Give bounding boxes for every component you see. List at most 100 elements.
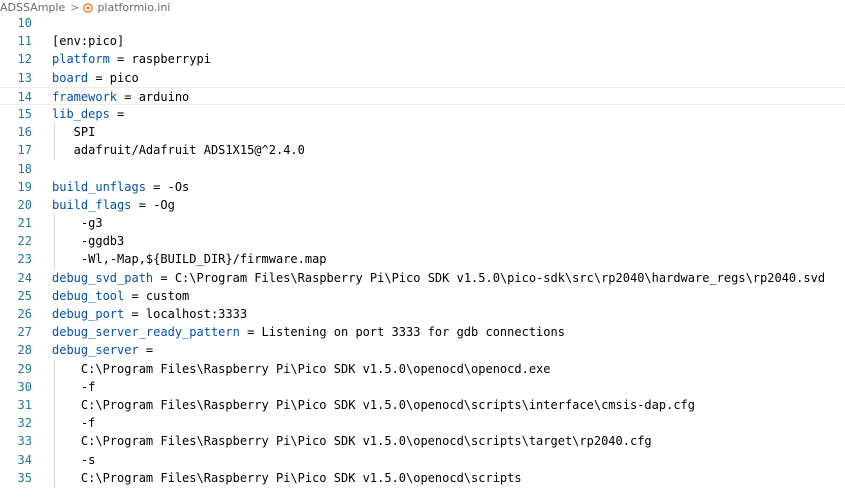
line-number: 33 (17, 434, 32, 449)
line-content: build_flags = -Og (52, 196, 175, 214)
breadcrumb-folder[interactable]: ADSSAmple (0, 1, 65, 14)
line-content: C:\Program Files\Raspberry Pi\Pico SDK v… (52, 432, 652, 450)
line-number: 22 (17, 234, 32, 249)
line-number: 26 (17, 307, 32, 321)
line-number: 25 (17, 288, 32, 303)
line-content: platform = raspberrypi (52, 50, 211, 68)
line-number: 19 (17, 179, 32, 194)
breadcrumb-file[interactable]: platformio.ini (83, 1, 170, 14)
ini-value: [env:pico] (52, 34, 125, 49)
ini-value: = raspberrypi (109, 52, 211, 67)
ini-key: build_flags (52, 197, 132, 212)
ini-key: build_unflags (52, 179, 146, 194)
ini-value: = Listening on port 3333 for gdb connect… (239, 325, 565, 340)
ini-value: -f (52, 416, 96, 431)
line-content: build_unflags = -Os (52, 178, 189, 196)
ini-value: adafruit/Adafruit ADS1X15@^2.4.0 (52, 143, 305, 158)
breadcrumb-file-label: platformio.ini (97, 0, 171, 14)
line-content: adafruit/Adafruit ADS1X15@^2.4.0 (52, 141, 305, 159)
line-number: 24 (17, 270, 32, 285)
line-number: 35 (17, 470, 32, 485)
code-line[interactable]: 35 C:\Program Files\Raspberry Pi\Pico SD… (0, 468, 845, 487)
line-content: debug_server_ready_pattern = Listening o… (52, 323, 565, 341)
code-line[interactable]: 31 C:\Program Files\Raspberry Pi\Pico SD… (0, 395, 845, 415)
code-line[interactable]: 22 -ggdb3 (0, 232, 845, 251)
code-line[interactable]: 13 board = pico (0, 69, 845, 87)
ini-value: C:\Program Files\Raspberry Pi\Pico SDK v… (52, 361, 551, 376)
line-content: board = pico (52, 69, 139, 87)
code-line[interactable]: 25 debug_tool = custom (0, 287, 845, 305)
code-line[interactable]: 23 -Wl,-Map,${BUILD_DIR}/firmware.map (0, 250, 845, 269)
ini-value: = C:\Program Files\Raspberry Pi\Pico SDK… (153, 270, 826, 285)
code-line[interactable]: 17 adafruit/Adafruit ADS1X15@^2.4.0 (0, 141, 845, 160)
code-line[interactable]: 11 [env:pico] (0, 32, 845, 50)
code-line[interactable]: 21 -g3 (0, 214, 845, 233)
line-content: -ggdb3 (52, 232, 124, 250)
code-editor[interactable]: ADSSAmple > platformio.ini 10 11 [env:pico… (0, 0, 845, 497)
line-number: 31 (17, 397, 32, 412)
line-content: framework = arduino (52, 88, 189, 106)
ini-key: platform (52, 52, 110, 67)
line-content: C:\Program Files\Raspberry Pi\Pico SDK v… (52, 396, 695, 414)
ini-value: = -Os (145, 179, 190, 194)
line-number: 17 (17, 143, 32, 158)
code-line[interactable]: 33 C:\Program Files\Raspberry Pi\Pico SD… (0, 432, 845, 451)
line-number: 29 (17, 361, 32, 376)
line-number: 12 (17, 52, 32, 67)
ini-key: debug_server_ready_pattern (52, 325, 240, 340)
platformio-ini-icon (83, 2, 94, 13)
code-line[interactable]: 27 debug_server_ready_pattern = Listening… (0, 323, 845, 341)
line-content: -s (52, 451, 95, 469)
line-content: C:\Program Files\Raspberry Pi\Pico SDK v… (52, 469, 522, 487)
line-content: C:\Program Files\Raspberry Pi\Pico SDK v… (52, 360, 551, 378)
line-number: 21 (17, 216, 32, 231)
code-line[interactable]: 28 debug_server = (0, 341, 845, 359)
code-line[interactable]: 24 debug_svd_path = C:\Program Files\Rasp… (0, 269, 845, 287)
code-line[interactable]: 16 SPI (0, 123, 845, 142)
code-line[interactable]: 14 framework = arduino (0, 86, 845, 106)
ini-value: = -Og (131, 197, 175, 212)
breadcrumb: ADSSAmple > platformio.ini (0, 0, 845, 14)
line-number: 30 (17, 379, 32, 394)
line-content: -Wl,-Map,${BUILD_DIR}/firmware.map (52, 250, 327, 268)
code-line[interactable]: 20 build_flags = -Og (0, 196, 845, 214)
line-content: debug_tool = custom (52, 287, 189, 305)
line-number: 28 (17, 343, 32, 358)
ini-value: = pico (88, 70, 139, 85)
line-number: 18 (17, 161, 32, 176)
code-line[interactable]: 18 (0, 160, 845, 178)
code-line[interactable]: 19 build_unflags = -Os (0, 178, 845, 196)
ini-value: -f (52, 379, 96, 394)
line-number: 27 (17, 325, 32, 340)
code-line[interactable]: 32 -f (0, 414, 845, 433)
code-line[interactable]: 30 -f (0, 377, 845, 396)
code-line[interactable]: 29 C:\Program Files\Raspberry Pi\Pico SD… (0, 359, 845, 378)
line-number: 34 (17, 452, 32, 467)
ini-key: lib_deps (52, 106, 110, 121)
line-number: 14 (17, 89, 32, 104)
line-number: 15 (17, 106, 32, 121)
code-line[interactable]: 26 debug_port = localhost:3333 (0, 305, 845, 323)
line-number: 20 (17, 197, 32, 212)
breadcrumb-separator: > (70, 0, 80, 14)
line-content: debug_server = (52, 341, 153, 359)
ini-value: -s (52, 452, 96, 467)
line-content: debug_port = localhost:3333 (52, 305, 247, 323)
code-lines[interactable]: 10 11 [env:pico] 12 platform = raspberrypi 13… (0, 14, 845, 487)
line-content: -g3 (52, 214, 103, 232)
line-content: [env:pico] (52, 32, 124, 50)
ini-value: C:\Program Files\Raspberry Pi\Pico SDK v… (52, 434, 652, 449)
code-line[interactable]: 15 lib_deps = (0, 105, 845, 123)
ini-value: C:\Program Files\Raspberry Pi\Pico SDK v… (52, 470, 522, 485)
ini-value: C:\Program Files\Raspberry Pi\Pico SDK v… (52, 397, 695, 412)
ini-value: = custom (124, 288, 190, 303)
code-line[interactable]: 10 (0, 14, 845, 32)
code-line[interactable]: 12 platform = raspberrypi (0, 50, 845, 68)
ini-value: = (138, 343, 154, 358)
line-content: SPI (52, 123, 96, 141)
line-number: 11 (17, 34, 32, 49)
ini-key: debug_svd_path (52, 270, 154, 285)
code-line[interactable]: 34 -s (0, 450, 845, 469)
line-content: -f (52, 378, 95, 396)
ini-value: -g3 (52, 216, 103, 231)
